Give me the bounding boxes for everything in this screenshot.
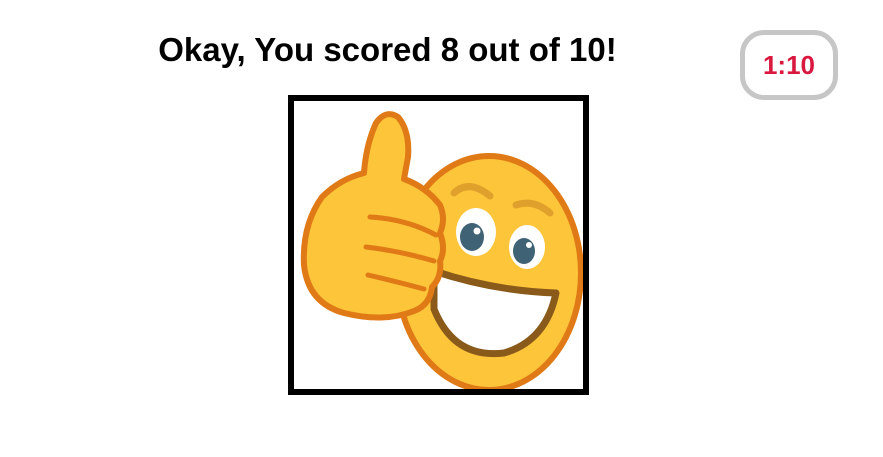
- right-pupil: [513, 238, 535, 264]
- result-image-frame: [288, 95, 589, 395]
- timer-value: 1:10: [762, 49, 816, 80]
- result-heading: Okay, You scored 8 out of 10!: [158, 31, 617, 68]
- left-pupil: [460, 223, 484, 251]
- countdown-timer: 1:10: [740, 30, 838, 100]
- thumbs-up-smiley-icon: [300, 111, 583, 389]
